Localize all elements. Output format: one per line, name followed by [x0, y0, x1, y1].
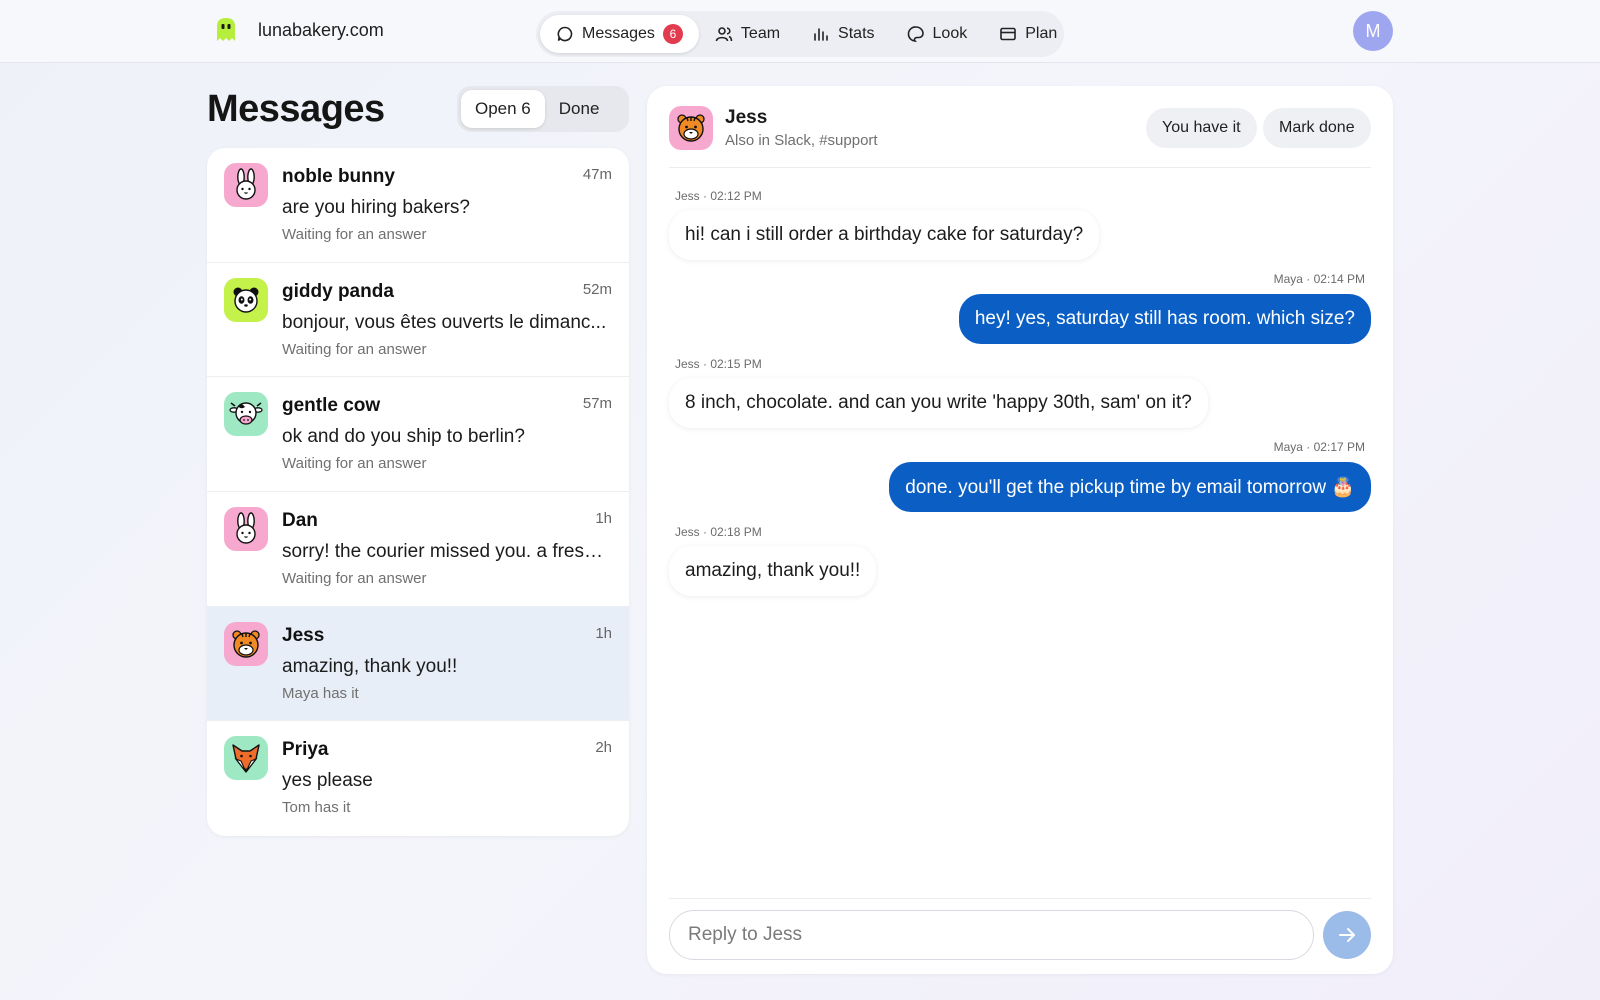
chat-bubble-icon: [557, 26, 573, 42]
message-meta: Maya · 02:17 PM: [1273, 440, 1365, 454]
page-title: Messages: [207, 88, 385, 130]
mark-done-button[interactable]: Mark done: [1263, 108, 1371, 148]
conversation-preview: sorry! the courier missed you. a fresh .…: [282, 540, 612, 562]
conversation-status: Waiting for an answer: [282, 569, 427, 587]
arrow-right-icon: [1339, 928, 1355, 942]
conversation-time: 57m: [582, 395, 612, 413]
conversation-name: giddy panda: [282, 280, 394, 302]
conversation-status: Maya has it: [282, 684, 359, 702]
bar-chart-icon: [814, 28, 828, 41]
conversation-item[interactable]: Dan 1h sorry! the courier missed you. a …: [207, 492, 629, 607]
message-meta: Jess · 02:18 PM: [675, 525, 762, 539]
conversation-preview: are you hiring bakers?: [282, 197, 470, 218]
filter-done[interactable]: Done: [545, 90, 614, 128]
nav-plan-label: Plan: [1025, 25, 1058, 42]
reply-input[interactable]: [669, 910, 1314, 960]
assignee-button[interactable]: You have it: [1146, 108, 1257, 148]
conversation-name: noble bunny: [282, 166, 395, 187]
incoming-message: amazing, thank you!!: [669, 546, 877, 596]
conversation-name: Dan: [282, 509, 318, 531]
people-icon: [715, 27, 733, 42]
conversation-time: 2h: [595, 739, 612, 757]
message-meta: Maya · 02:14 PM: [1273, 272, 1365, 286]
conversation-status: Tom has it: [282, 799, 351, 817]
message-meta: Jess · 02:12 PM: [675, 189, 762, 203]
conversation-status: Waiting for an answer: [282, 226, 427, 243]
outgoing-message: hey! yes, saturday still has room. which…: [958, 294, 1371, 344]
conversation-time: 47m: [582, 166, 612, 183]
conversation-preview: bonjour, vous êtes ouverts le dimanc...: [282, 311, 607, 333]
fox-icon: [224, 736, 268, 781]
conversation-item[interactable]: giddy panda 52m bonjour, vous êtes ouver…: [207, 263, 629, 378]
top-bar: lunabakery.com Messages 6 Team Stats Loo…: [0, 0, 1600, 63]
conversation-status: Waiting for an answer: [282, 340, 427, 358]
nav-plan[interactable]: Plan: [983, 15, 1073, 53]
bunny-icon: [224, 163, 268, 207]
status-filter: Open 6 Done: [457, 86, 629, 132]
conversation-list: noble bunny 47m are you hiring bakers? W…: [207, 148, 629, 836]
filter-open[interactable]: Open 6: [461, 90, 545, 128]
conversation-item[interactable]: Priya 2h yes please Tom has it: [207, 721, 629, 836]
conversation-name: gentle cow: [282, 395, 381, 417]
nav-look[interactable]: Look: [891, 15, 984, 53]
nav-stats[interactable]: Stats: [796, 15, 890, 53]
user-avatar[interactable]: M: [1353, 11, 1393, 51]
conversation-preview: ok and do you ship to berlin?: [282, 426, 525, 448]
incoming-message: 8 inch, chocolate. and can you write 'ha…: [669, 378, 1208, 428]
conversation-time: 1h: [595, 509, 612, 527]
nav-stats-label: Stats: [838, 25, 875, 42]
card-icon: [1000, 27, 1017, 41]
conversation-name: Priya: [282, 739, 329, 761]
nav-team[interactable]: Team: [699, 15, 796, 53]
message-meta: Jess · 02:15 PM: [675, 357, 762, 371]
cow-icon: [224, 392, 268, 437]
nav-messages-label: Messages: [582, 25, 655, 42]
conversation-item[interactable]: gentle cow 57m ok and do you ship to ber…: [207, 377, 629, 492]
bunny-icon: [224, 506, 268, 551]
nav-team-label: Team: [740, 25, 781, 42]
palette-icon: [907, 26, 924, 42]
chat-contact-subtitle: Also in Slack, #support: [725, 132, 878, 149]
brand[interactable]: lunabakery.com: [214, 16, 384, 44]
conversation-preview: amazing, thank you!!: [282, 655, 458, 677]
conversation-item[interactable]: noble bunny 47m are you hiring bakers? W…: [207, 148, 629, 263]
chat-contact-name: Jess: [725, 107, 768, 128]
conversation-time: 52m: [582, 280, 612, 298]
conversation-name: Jess: [282, 624, 325, 646]
nav-messages[interactable]: Messages 6: [540, 15, 699, 53]
send-button[interactable]: [1323, 911, 1371, 959]
nav-look-label: Look: [932, 25, 968, 42]
conversation-time: 1h: [595, 624, 612, 642]
brand-name: lunabakery.com: [258, 19, 384, 40]
main-nav: Messages 6 Team Stats Look Plan: [536, 11, 1064, 57]
ghost-logo-icon: [217, 18, 235, 41]
unread-badge: 6: [662, 24, 683, 44]
outgoing-message: done. you'll get the pickup time by emai…: [889, 462, 1371, 512]
chat-panel: Jess Also in Slack, #support You have it…: [647, 86, 1393, 974]
tiger-icon: [669, 106, 713, 150]
panda-icon: [224, 277, 268, 322]
tiger-icon: [224, 621, 268, 666]
incoming-message: hi! can i still order a birthday cake fo…: [669, 210, 1100, 260]
conversation-item-selected[interactable]: Jess 1h amazing, thank you!! Maya has it: [207, 606, 629, 722]
chat-header: Jess Also in Slack, #support You have it…: [669, 106, 1371, 168]
composer-divider: [669, 898, 1371, 899]
conversation-preview: yes please: [282, 770, 373, 792]
conversation-status: Waiting for an answer: [282, 455, 427, 473]
